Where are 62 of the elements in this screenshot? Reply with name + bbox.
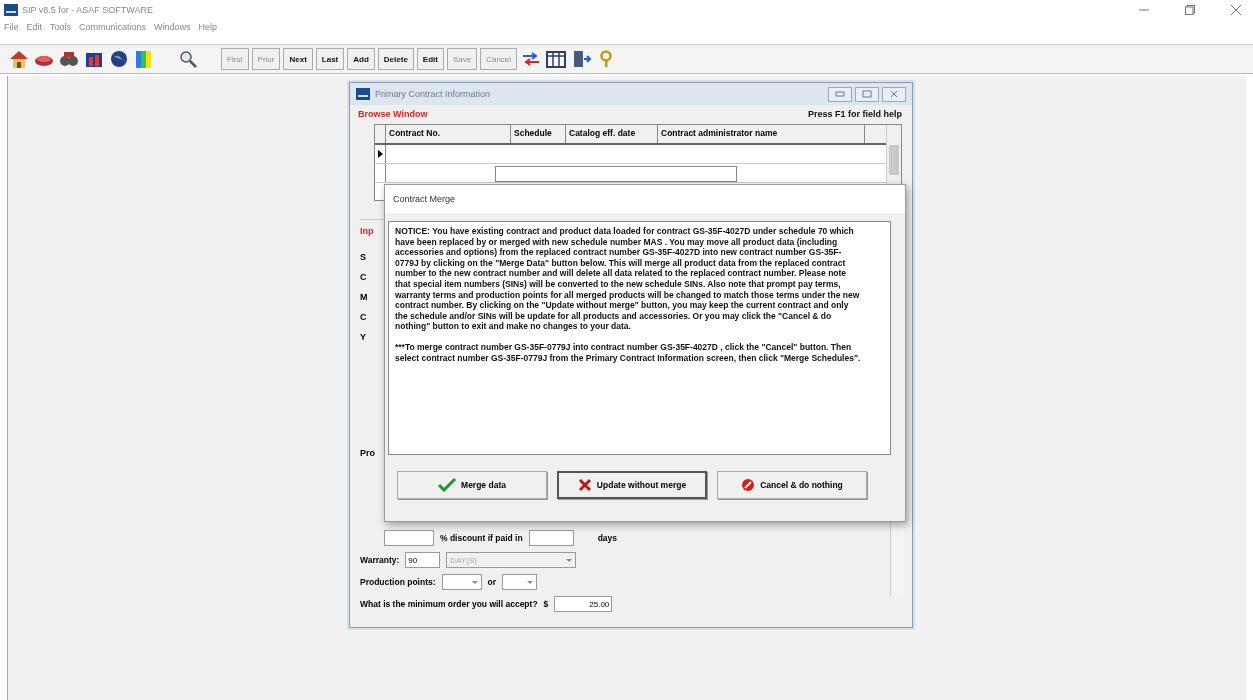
menu-item[interactable]: Communications: [79, 22, 147, 32]
input-field[interactable]: [384, 530, 434, 546]
window-title: SIP v8.5 for - ASAF SOFTWARE: [22, 5, 154, 15]
toolbar-button[interactable]: Delete: [377, 48, 414, 70]
field-label: days: [597, 533, 617, 543]
window-icon: [356, 88, 370, 100]
maximize-icon: [862, 90, 872, 98]
dialog-button[interactable]: Update without merge: [557, 471, 707, 499]
dialog-title: Contract Merge: [385, 185, 905, 213]
field-label: Pro: [360, 448, 375, 458]
current-row-icon: [377, 150, 383, 158]
message-text: NOTICE: You have existing contract and product data loaded for contract GS-35F-4027D under schedule 70 which have been replaced by or merged with new schedule number MAS . You may move all product data (including accessories and options) from the replaced contract number GS-35F-4027D into new contract number GS-35F-0779J by clicking on the "Merge Data" button below. This will merge all product data from the replaced contract number to the new contract number and will delete all data related to the replaced contract number. Please note that special item numbers (SINs) will be converted to the new schedule SINs. Also note that prompt pay terms, warranty terms and production points for all merged products will be changed to match those terms under the new contract number. By clicking on the "Update without merge" button, you may keep the current contract and only the schedule and/or SINs will be update for all products and accessories. Or you may click the "Cancel & do nothing" button to exit and make no changes to your data.: [395, 226, 861, 332]
dialog-button[interactable]: Merge data: [397, 471, 547, 499]
section-title: Browse Window: [358, 109, 428, 119]
input-field[interactable]: 90: [405, 552, 441, 568]
field-label: % discount if paid in: [440, 533, 523, 543]
column-header[interactable]: Catalog eff. date: [566, 125, 658, 143]
house-icon[interactable]: [8, 49, 30, 69]
dropdown[interactable]: [441, 574, 482, 590]
field-label: Warranty:: [360, 555, 400, 565]
table-icon[interactable]: [545, 49, 568, 69]
cross-icon: [577, 478, 592, 492]
column-header[interactable]: Contract No.: [386, 125, 511, 143]
close-button[interactable]: [882, 86, 906, 102]
toolbar-button[interactable]: Last: [315, 48, 345, 70]
dialog-button[interactable]: Cancel & do nothing: [717, 471, 867, 499]
maximize-icon[interactable]: [1185, 5, 1195, 15]
field-label: $: [543, 599, 549, 609]
close-icon[interactable]: [1231, 5, 1241, 15]
field-label: Y: [360, 332, 366, 342]
stop-icon: [741, 478, 756, 492]
field-label: or: [487, 577, 497, 587]
field-label: M: [360, 292, 368, 302]
menu-item[interactable]: Help: [198, 22, 218, 32]
toolbar-button[interactable]: Add: [347, 48, 375, 70]
field-label: What is the minimum order you will accept?: [360, 599, 538, 609]
field-label: S: [360, 252, 366, 262]
toolbar-button[interactable]: Edit: [416, 48, 444, 70]
field-label: Inp: [360, 226, 374, 236]
minimize-icon: [835, 91, 845, 97]
column-header[interactable]: Schedule: [511, 125, 566, 143]
menu-item[interactable]: Tools: [50, 22, 72, 32]
field-label: C: [360, 312, 367, 322]
column-header[interactable]: Contract administrator name: [658, 125, 865, 143]
menu-item[interactable]: Windows: [154, 22, 191, 32]
binoculars-icon[interactable]: [58, 49, 80, 69]
app-logo-icon: [4, 4, 18, 16]
window-title: Primary Contract Information: [375, 89, 491, 99]
close-icon: [889, 90, 899, 98]
field-label: C: [360, 272, 367, 282]
field-label: Production points:: [360, 577, 436, 587]
zoom-icon[interactable]: [177, 49, 199, 69]
check-icon: [438, 478, 457, 492]
input-field[interactable]: [528, 530, 574, 546]
toolbar-button[interactable]: Next: [283, 48, 313, 70]
dropdown[interactable]: [502, 574, 538, 590]
globe-icon[interactable]: [108, 49, 130, 69]
menu-item[interactable]: Edit: [26, 22, 43, 32]
menu-item[interactable]: File: [4, 22, 19, 32]
help-hint: Press F1 for field help: [807, 109, 902, 119]
message-text: ***To merge contract number GS-35F-0779J into contract number GS-35F-4027D , click the "Cancel" button. Then select contract number GS-35F-0779J from the Primary Contract Information screen, then click "Merge Schedules".: [395, 341, 862, 364]
input-field[interactable]: 25.00: [554, 596, 613, 612]
